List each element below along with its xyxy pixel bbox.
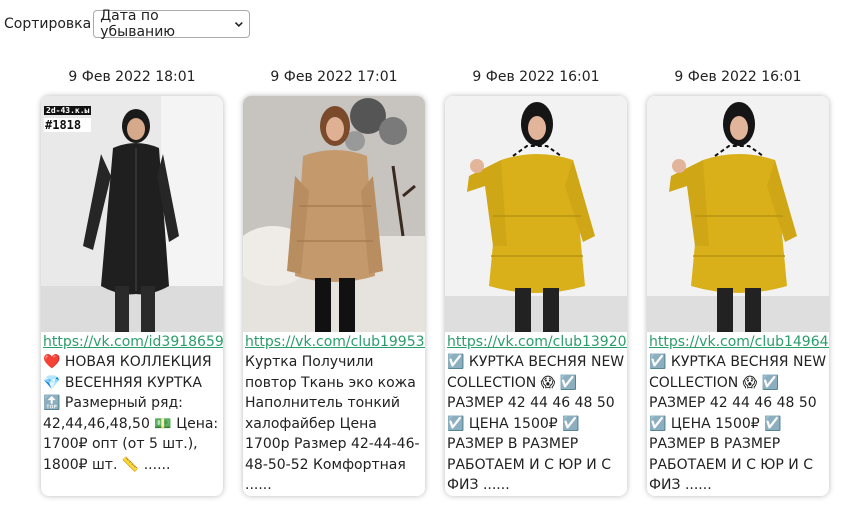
post-link[interactable]: https://vk.com/club139201293 [445, 332, 627, 352]
post-link[interactable]: https://vk.com/id391865965 [41, 332, 223, 352]
post-card[interactable]: https://vk.com/club199538945 Куртка Полу… [243, 96, 425, 496]
sort-bar: Сортировка Дата по убыванию [4, 8, 251, 40]
post-date: 9 Фев 2022 16:01 [674, 69, 802, 85]
chevron-down-icon [234, 21, 243, 28]
post-card[interactable]: 2d-43.к.ы #1818 https://vk.com/id3918659… [41, 96, 223, 496]
post-text: ☑️ КУРТКА ВЕСНЯЯ NEW COLLECTION 😱 ☑️ РАЗ… [447, 354, 625, 493]
post-link[interactable]: https://vk.com/club149640949 [647, 332, 829, 352]
post-photo[interactable] [445, 96, 627, 332]
post-photo[interactable]: 2d-43.к.ы #1818 [41, 96, 223, 332]
watermark-number: #1818 [44, 118, 92, 132]
watermark-badge: 2d-43.к.ы #1818 [44, 98, 92, 132]
post-photo[interactable] [647, 96, 829, 332]
post-date: 9 Фев 2022 16:01 [472, 69, 600, 85]
post-card[interactable]: https://vk.com/club149640949 ☑️ КУРТКА В… [647, 96, 829, 496]
post-column: 9 Фев 2022 16:01 https://vk.com/club1392… [445, 66, 627, 496]
post-date: 9 Фев 2022 17:01 [270, 69, 398, 85]
post-text: Куртка Получили повтор Ткань эко кожа На… [245, 354, 421, 493]
sort-selected-value: Дата по убыванию [100, 8, 176, 40]
post-text: ☑️ КУРТКА ВЕСНЯЯ NEW COLLECTION 😱 ☑️ РАЗ… [649, 354, 827, 493]
sort-select[interactable]: Дата по убыванию [93, 8, 251, 40]
post-link[interactable]: https://vk.com/club199538945 [243, 332, 425, 352]
sort-label: Сортировка [4, 16, 92, 32]
watermark-small: 2d-43.к.ы [44, 106, 92, 115]
post-card[interactable]: https://vk.com/club139201293 ☑️ КУРТКА В… [445, 96, 627, 496]
post-date: 9 Фев 2022 18:01 [68, 69, 196, 85]
post-column: 9 Фев 2022 18:01 2d-43.к.ы #1818 https:/… [41, 66, 223, 496]
post-photo[interactable] [243, 96, 425, 332]
post-text: ❤️ НОВАЯ КОЛЛЕКЦИЯ 💎 ВЕСЕННЯЯ КУРТКА 🔝 Р… [43, 354, 223, 473]
post-column: 9 Фев 2022 17:01 https://vk.com/club1995… [243, 66, 425, 496]
post-column: 9 Фев 2022 16:01 https://vk.com/club1496… [647, 66, 829, 496]
